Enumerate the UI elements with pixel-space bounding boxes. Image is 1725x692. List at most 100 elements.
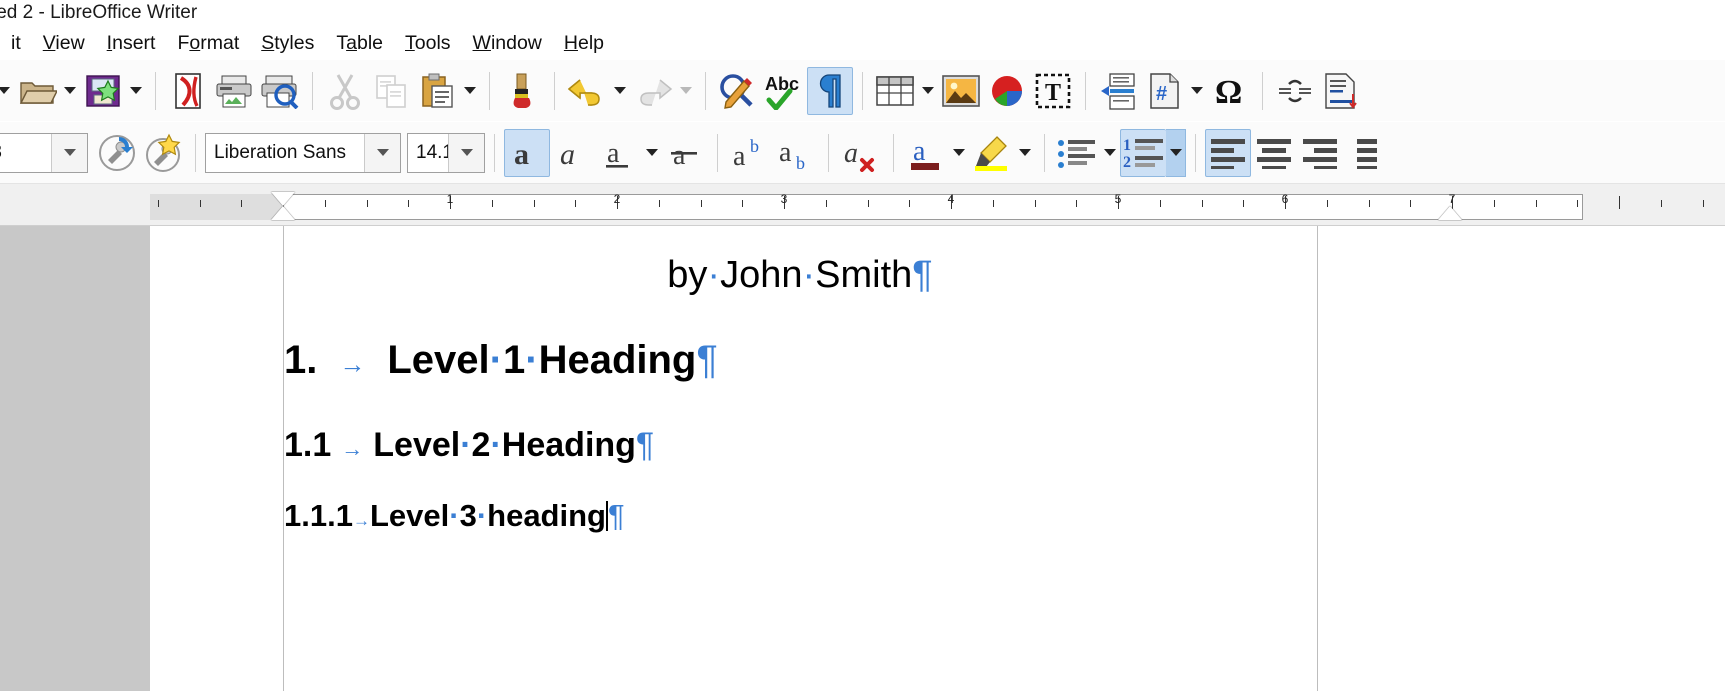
spelling-button[interactable]: Abc — [761, 67, 807, 115]
print-button[interactable] — [211, 67, 257, 115]
document-byline[interactable]: by·John·Smith¶ — [150, 254, 1450, 297]
toolbar-separator — [312, 71, 313, 110]
pilcrow-mark: ¶ — [607, 498, 625, 533]
menu-edit[interactable]: it — [0, 30, 32, 57]
font-name-combo[interactable]: Liberation Sans — [205, 132, 401, 173]
heading-1-line[interactable]: 1. → Level·1·Heading¶ — [284, 338, 718, 383]
ruler-tick — [199, 200, 201, 207]
clear-formatting-button[interactable]: a — [838, 129, 884, 177]
ruler-track[interactable]: 1 2 3 4 5 6 7 — [150, 190, 1725, 220]
save-button[interactable] — [80, 67, 126, 115]
strikethrough-button[interactable]: a — [662, 129, 708, 177]
font-size-dropdown-icon[interactable] — [448, 133, 484, 172]
insert-footnote-button[interactable] — [1318, 67, 1364, 115]
align-right-button[interactable] — [1297, 129, 1343, 177]
menu-insert[interactable]: Insert — [96, 30, 167, 57]
justified-button[interactable] — [1343, 129, 1389, 177]
svg-text:a: a — [779, 137, 792, 168]
align-center-button[interactable] — [1251, 129, 1297, 177]
font-size-combo[interactable]: 14.1 — [407, 132, 485, 173]
insert-field-dropdown-icon[interactable] — [1187, 67, 1207, 115]
svg-text:Ω: Ω — [1215, 74, 1242, 110]
document-page[interactable]: by·John·Smith¶ 1. → Level·1·Heading¶ 1.1 → L… — [150, 226, 1450, 691]
menu-window[interactable]: Window — [462, 30, 553, 57]
insert-hyperlink-button[interactable] — [1272, 67, 1318, 115]
align-left-button[interactable] — [1205, 128, 1251, 177]
insert-table-button[interactable] — [872, 67, 918, 115]
new-style-button[interactable] — [140, 129, 186, 177]
insert-text-box-button[interactable]: T — [1030, 67, 1076, 115]
font-color-dropdown-icon[interactable] — [949, 129, 969, 177]
underline-button[interactable]: a — [596, 129, 642, 177]
ruler-tick — [1076, 200, 1078, 207]
font-color-button[interactable]: a — [903, 129, 949, 177]
unordered-list-dropdown-icon[interactable] — [1100, 129, 1120, 177]
ruler-tick — [408, 200, 410, 207]
new-style-from-selection-icon — [143, 133, 183, 173]
unordered-list-button[interactable] — [1054, 129, 1100, 177]
right-indent-marker[interactable] — [1438, 206, 1462, 220]
open-dropdown-icon[interactable] — [60, 67, 80, 115]
superscript-button[interactable]: a b — [727, 129, 773, 177]
workspace-right-gutter — [1450, 226, 1725, 691]
open-button[interactable] — [14, 67, 60, 115]
insert-page-break-button[interactable] — [1095, 67, 1141, 115]
menu-table[interactable]: Table — [325, 30, 394, 57]
menu-format[interactable]: Format — [166, 30, 250, 57]
clone-formatting-button[interactable] — [499, 67, 545, 115]
paragraph-style-combo[interactable]: ng 3 — [0, 132, 88, 173]
find-replace-button[interactable] — [715, 67, 761, 115]
ruler-tick — [1201, 200, 1203, 207]
horizontal-ruler[interactable]: 1 2 3 4 5 6 7 — [0, 184, 1725, 226]
print-icon — [214, 73, 254, 109]
field-icon: # — [1147, 72, 1181, 110]
highlight-color-dropdown-icon[interactable] — [1015, 129, 1035, 177]
print-preview-button[interactable] — [257, 67, 303, 115]
update-style-button[interactable] — [94, 129, 140, 177]
standard-toolbar: Abc T # Ω — [0, 60, 1725, 122]
new-dropdown-icon[interactable] — [0, 67, 14, 115]
font-name-dropdown-icon[interactable] — [364, 133, 400, 172]
ruler-tick — [157, 200, 159, 207]
underline-dropdown-icon[interactable] — [642, 129, 662, 177]
document-area[interactable]: by·John·Smith¶ 1. → Level·1·Heading¶ 1.1 → L… — [0, 226, 1725, 691]
ruler-tick — [491, 200, 493, 207]
export-pdf-button[interactable] — [165, 67, 211, 115]
subscript-button[interactable]: a b — [773, 129, 819, 177]
svg-text:b: b — [796, 153, 805, 171]
menu-styles[interactable]: Styles — [250, 30, 325, 57]
menu-tools[interactable]: Tools — [394, 30, 462, 57]
save-dropdown-icon[interactable] — [126, 67, 146, 115]
insert-chart-button[interactable] — [984, 67, 1030, 115]
paragraph-style-dropdown-icon[interactable] — [51, 133, 87, 172]
tab-mark: → — [339, 349, 366, 379]
heading-2-line[interactable]: 1.1 → Level·2·Heading¶ — [284, 426, 654, 465]
paste-icon — [419, 72, 455, 110]
italic-button[interactable]: a — [550, 129, 596, 177]
menu-help[interactable]: Help — [553, 30, 615, 57]
cut-button[interactable] — [322, 67, 368, 115]
insert-table-dropdown-icon[interactable] — [918, 67, 938, 115]
ruler-tick — [658, 200, 660, 207]
highlight-color-button[interactable] — [969, 129, 1015, 177]
heading-3-line[interactable]: 1.1.1→Level·3·heading¶ — [284, 498, 625, 534]
copy-button[interactable] — [368, 67, 414, 115]
ordered-list-dropdown-icon[interactable] — [1166, 128, 1186, 177]
formatting-marks-button[interactable] — [807, 66, 853, 115]
ruler-tick — [1535, 200, 1537, 207]
svg-text:a: a — [673, 140, 686, 171]
insert-field-button[interactable]: # — [1141, 67, 1187, 115]
ordered-list-button[interactable]: 1 2 — [1120, 128, 1166, 177]
left-indent-marker[interactable] — [271, 206, 295, 220]
bold-button[interactable]: a — [504, 128, 550, 177]
special-character-button[interactable]: Ω — [1207, 67, 1253, 115]
redo-dropdown-icon[interactable] — [676, 67, 696, 115]
undo-button[interactable] — [564, 67, 610, 115]
insert-image-button[interactable] — [938, 67, 984, 115]
paste-dropdown-icon[interactable] — [460, 67, 480, 115]
paste-button[interactable] — [414, 67, 460, 115]
redo-button[interactable] — [630, 67, 676, 115]
first-line-indent-marker[interactable] — [271, 192, 295, 206]
menu-view[interactable]: View — [32, 30, 96, 57]
undo-dropdown-icon[interactable] — [610, 67, 630, 115]
